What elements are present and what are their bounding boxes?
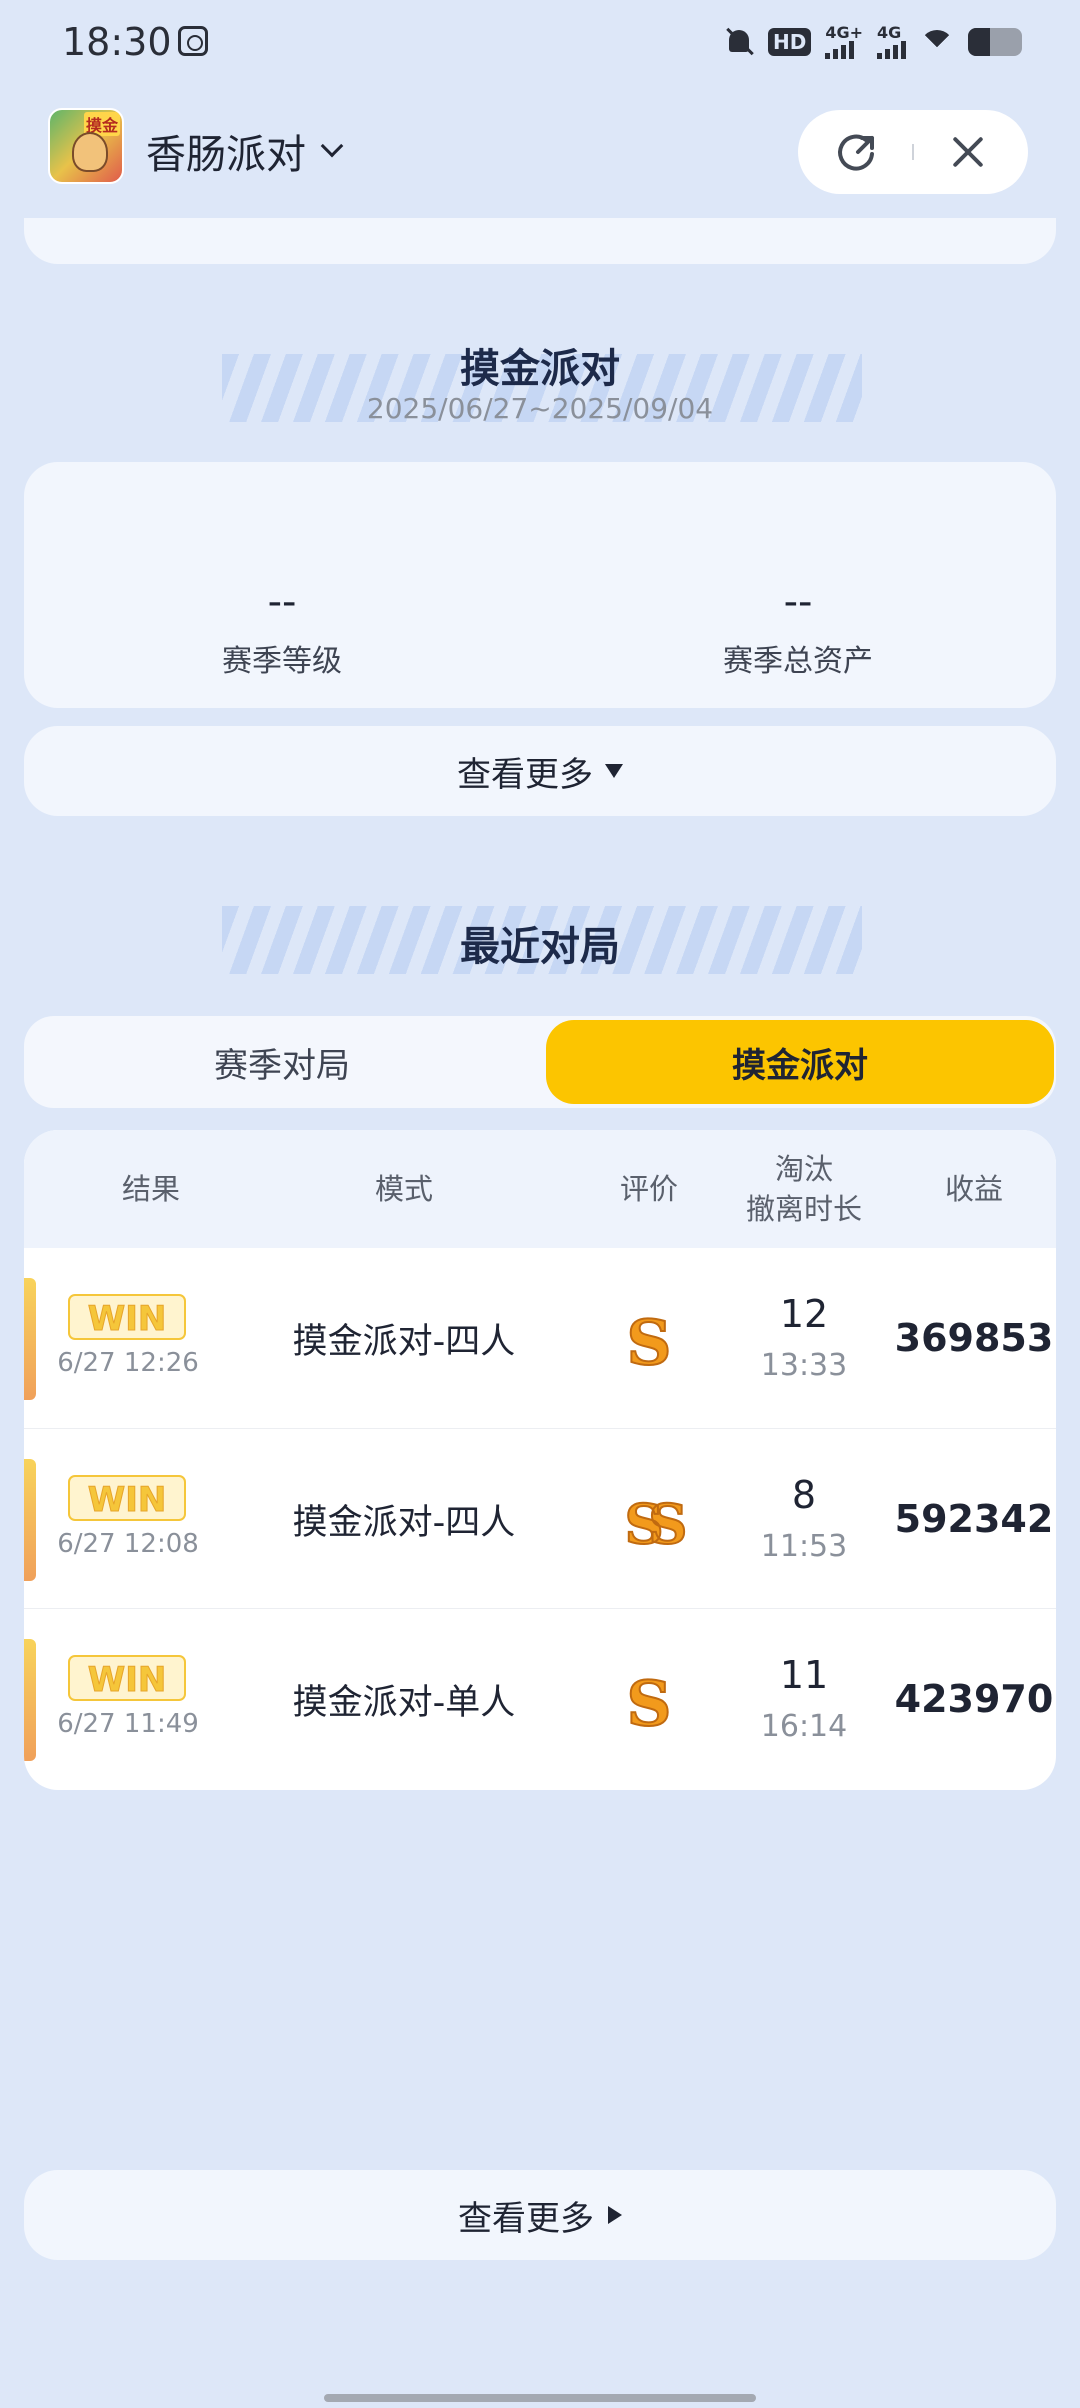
match-duration: 11:53: [760, 1529, 848, 1564]
hd-icon: HD: [767, 28, 812, 56]
status-bar: 18:30 HD 4G+ 4G: [0, 0, 1080, 90]
app-icon-face: [72, 132, 108, 172]
rating-badge-icon: SS: [600, 1481, 700, 1559]
previous-card-edge: [24, 218, 1056, 264]
win-badge-icon: WIN: [68, 1655, 186, 1701]
rating-badge-icon: S: [610, 1661, 688, 1741]
tab-season-matches[interactable]: 赛季对局: [28, 1020, 536, 1104]
match-time: 6/27 12:26: [57, 1348, 199, 1378]
match-time: 6/27 12:08: [57, 1529, 199, 1559]
capsule-divider: [912, 144, 914, 160]
mini-program-capsule: [798, 110, 1028, 194]
row-accent-bar: [24, 1278, 36, 1400]
row-accent-bar: [24, 1459, 36, 1581]
column-header-duration: 撤离时长: [745, 1192, 862, 1226]
match-earnings: 592342: [894, 1497, 1054, 1541]
table-row[interactable]: WIN 6/27 11:49 摸金派对-单人 S 11 16:14 423970: [24, 1608, 1056, 1788]
match-time: 6/27 11:49: [57, 1709, 199, 1739]
column-header-earnings: 收益: [944, 1172, 1003, 1206]
signal-icon: 4G+: [825, 25, 863, 59]
caret-right-icon: [608, 2206, 622, 2224]
win-badge-icon: WIN: [68, 1475, 186, 1521]
app-header: 摸金 香肠派对: [0, 100, 1080, 200]
column-header-rating: 评价: [619, 1172, 678, 1206]
table-row[interactable]: WIN 6/27 12:26 摸金派对-四人 S 12 13:33 369853: [24, 1248, 1056, 1428]
match-type-tabs: 赛季对局 摸金派对: [24, 1016, 1056, 1108]
home-indicator[interactable]: [324, 2394, 756, 2402]
season-title: 摸金派对: [460, 346, 620, 392]
match-duration: 16:14: [760, 1709, 848, 1744]
share-icon[interactable]: [836, 130, 880, 174]
match-mode: 摸金派对-四人: [292, 1321, 516, 1362]
match-eliminations: 12: [779, 1292, 829, 1336]
view-more-button[interactable]: 查看更多: [24, 726, 1056, 816]
match-eliminations: 11: [779, 1653, 829, 1697]
screenshot-icon: [178, 26, 208, 56]
bell-off-icon: [724, 26, 754, 58]
column-header-result: 结果: [121, 1172, 180, 1206]
wifi-icon: [920, 28, 954, 56]
stat-season-assets: -- 赛季总资产: [648, 582, 948, 680]
battery-level: [968, 28, 990, 56]
close-icon[interactable]: [946, 130, 990, 174]
column-header-elim-duration: 淘汰 撤离时长: [714, 1130, 894, 1248]
stat-value: --: [783, 579, 813, 625]
signal-type-label: 4G+: [825, 23, 863, 42]
match-table: 结果 模式 评价 淘汰 撤离时长 收益 WIN 6/27 12:26 摸金派对-…: [24, 1130, 1056, 1790]
row-accent-bar: [24, 1639, 36, 1761]
battery-icon: [968, 28, 1022, 56]
view-more-matches-button[interactable]: 查看更多: [24, 2170, 1056, 2260]
win-badge-icon: WIN: [68, 1294, 186, 1340]
table-header: 结果 模式 评价 淘汰 撤离时长 收益: [24, 1130, 1056, 1248]
season-stats-card: -- 赛季等级 -- 赛季总资产: [24, 462, 1056, 708]
stat-value: --: [267, 579, 297, 625]
table-row[interactable]: WIN 6/27 12:08 摸金派对-四人 SS 8 11:53 592342: [24, 1428, 1056, 1608]
rating-text: S: [627, 1306, 672, 1378]
tab-mojin-party[interactable]: 摸金派对: [546, 1020, 1054, 1104]
app-icon[interactable]: 摸金: [48, 108, 124, 184]
rating-text: S: [627, 1667, 672, 1739]
win-badge-text: WIN: [88, 1660, 167, 1700]
match-eliminations: 8: [791, 1473, 817, 1517]
column-header-mode: 模式: [374, 1172, 433, 1206]
match-earnings: 369853: [894, 1316, 1054, 1360]
status-icons: HD 4G+ 4G: [724, 22, 1022, 62]
chevron-down-icon[interactable]: [320, 134, 344, 158]
match-mode: 摸金派对-单人: [292, 1682, 516, 1723]
column-header-elim: 淘汰: [774, 1152, 833, 1186]
stat-label: 赛季总资产: [723, 644, 873, 679]
win-badge-text: WIN: [88, 1480, 167, 1520]
view-more-label: 查看更多: [458, 2198, 594, 2239]
match-earnings: 423970: [894, 1677, 1054, 1721]
view-more-label: 查看更多: [457, 754, 593, 795]
rating-badge-icon: S: [610, 1300, 688, 1380]
match-mode: 摸金派对-四人: [292, 1502, 516, 1543]
match-duration: 13:33: [760, 1348, 848, 1383]
recent-matches-title: 最近对局: [460, 924, 620, 970]
status-time: 18:30: [62, 20, 172, 64]
stat-season-level: -- 赛季等级: [132, 582, 432, 680]
stat-label: 赛季等级: [222, 644, 342, 679]
caret-down-icon: [605, 764, 623, 778]
season-date-range: 2025/06/27~2025/09/04: [366, 392, 714, 425]
signal-type-label: 4G: [877, 23, 902, 42]
win-badge-text: WIN: [88, 1299, 167, 1339]
signal-icon: 4G: [877, 25, 906, 59]
app-title[interactable]: 香肠派对: [146, 122, 306, 180]
rating-text: SS: [625, 1492, 685, 1556]
